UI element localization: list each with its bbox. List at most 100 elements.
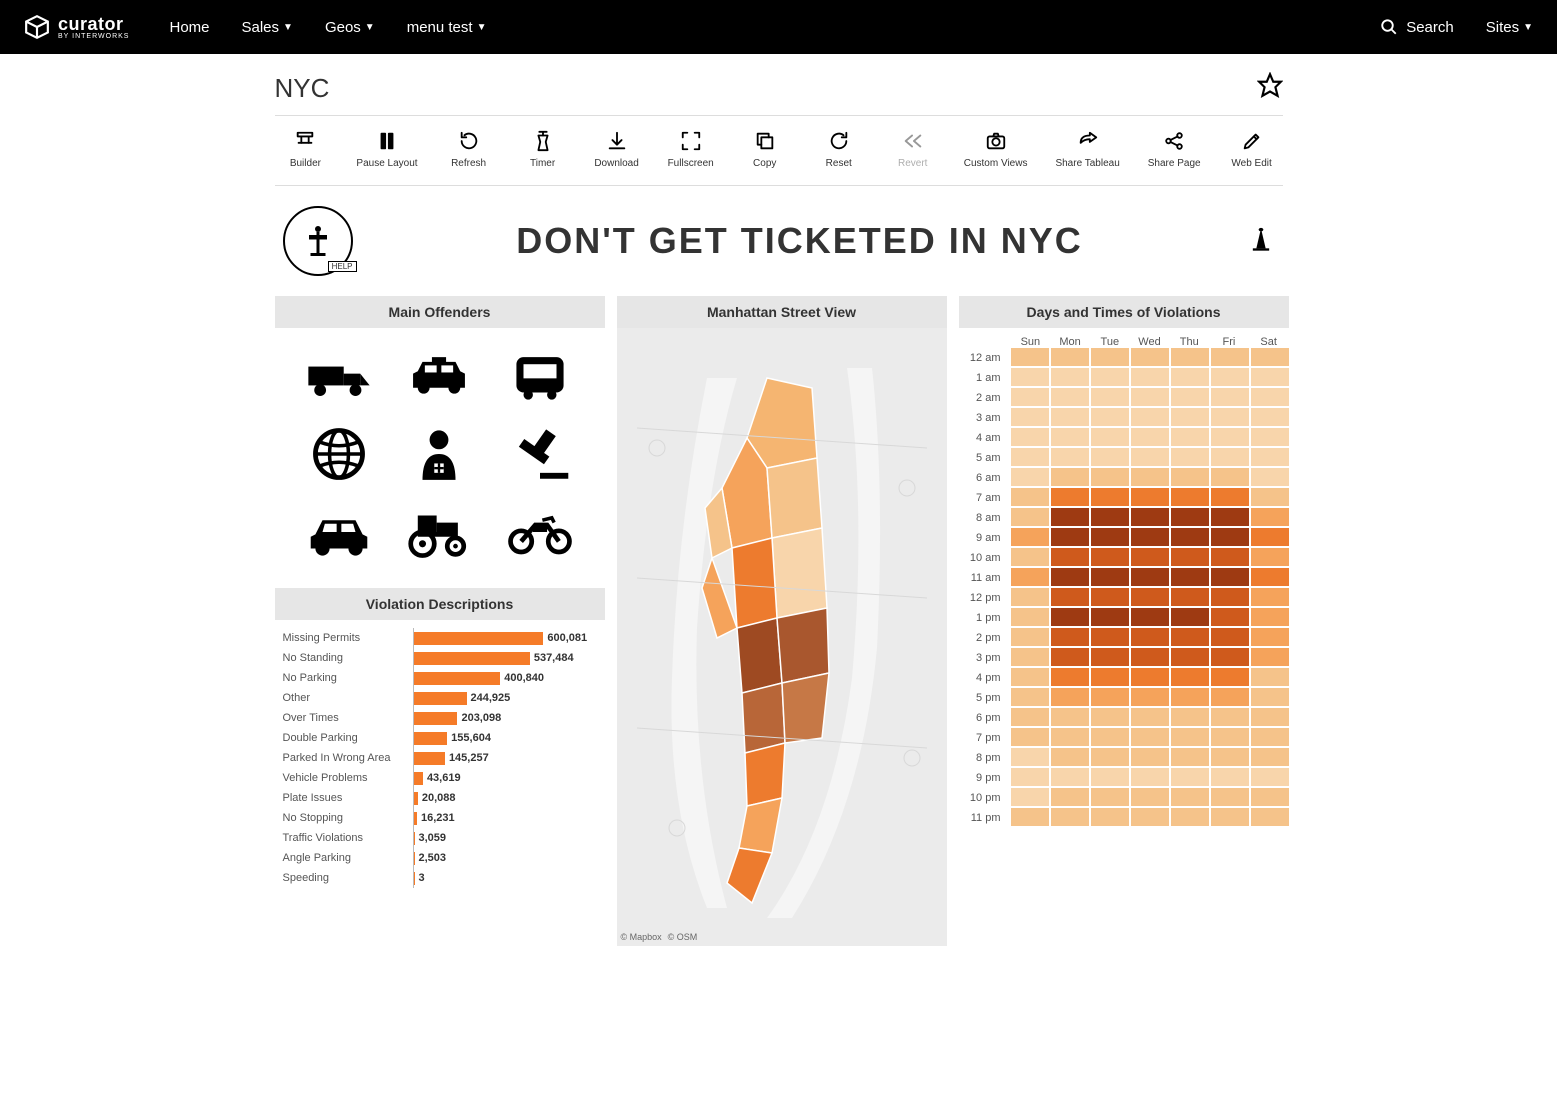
heatmap-cell[interactable]	[1211, 668, 1249, 686]
toolbar-reset[interactable]: Reset	[816, 130, 862, 169]
heatmap-cell[interactable]	[1131, 428, 1169, 446]
violation-row[interactable]: Vehicle Problems43,619	[283, 768, 605, 788]
heatmap-cell[interactable]	[1211, 408, 1249, 426]
offender-tractor[interactable]	[401, 502, 478, 562]
heatmap-cell[interactable]	[1251, 608, 1289, 626]
heatmap-cell[interactable]	[1251, 408, 1289, 426]
heatmap-cell[interactable]	[1011, 648, 1049, 666]
favorite-star-button[interactable]	[1257, 72, 1283, 105]
heatmap-cell[interactable]	[1131, 548, 1169, 566]
heatmap-cell[interactable]	[1051, 788, 1089, 806]
heatmap-cell[interactable]	[1171, 428, 1209, 446]
heatmap-cell[interactable]	[1091, 808, 1129, 826]
toolbar-share-tableau[interactable]: Share Tableau	[1055, 130, 1119, 169]
violation-row[interactable]: Plate Issues20,088	[283, 788, 605, 808]
heatmap-cell[interactable]	[1091, 388, 1129, 406]
heatmap-cell[interactable]	[1131, 628, 1169, 646]
heatmap-cell[interactable]	[1131, 668, 1169, 686]
heatmap-cell[interactable]	[1131, 508, 1169, 526]
offender-bus[interactable]	[502, 346, 579, 406]
heatmap-cell[interactable]	[1211, 548, 1249, 566]
heatmap-cell[interactable]	[1011, 448, 1049, 466]
heatmap-cell[interactable]	[1251, 508, 1289, 526]
heatmap-cell[interactable]	[1171, 508, 1209, 526]
heatmap-cell[interactable]	[1251, 648, 1289, 666]
heatmap-cell[interactable]	[1211, 768, 1249, 786]
heatmap-cell[interactable]	[1171, 628, 1209, 646]
heatmap-cell[interactable]	[1011, 388, 1049, 406]
heatmap-cell[interactable]	[1251, 568, 1289, 586]
offender-officer[interactable]	[401, 424, 478, 484]
heatmap-cell[interactable]	[1171, 608, 1209, 626]
heatmap-cell[interactable]	[1131, 568, 1169, 586]
toolbar-download[interactable]: Download	[594, 130, 640, 169]
heatmap-cell[interactable]	[1171, 788, 1209, 806]
offender-truck[interactable]	[301, 346, 378, 406]
heatmap-cell[interactable]	[1011, 668, 1049, 686]
heatmap-cell[interactable]	[1211, 448, 1249, 466]
heatmap-cell[interactable]	[1091, 648, 1129, 666]
heatmap-cell[interactable]	[1171, 588, 1209, 606]
heatmap-cell[interactable]	[1131, 408, 1169, 426]
heatmap-cell[interactable]	[1051, 488, 1089, 506]
heatmap-cell[interactable]	[1211, 628, 1249, 646]
heatmap-cell[interactable]	[1011, 568, 1049, 586]
heatmap-cell[interactable]	[1131, 648, 1169, 666]
toolbar-builder[interactable]: Builder	[282, 130, 328, 169]
toolbar-refresh[interactable]: Refresh	[446, 130, 492, 169]
heatmap-cell[interactable]	[1051, 708, 1089, 726]
heatmap-cell[interactable]	[1051, 468, 1089, 486]
help-badge[interactable]: HELP	[283, 206, 353, 276]
violation-row[interactable]: Over Times203,098	[283, 708, 605, 728]
heatmap-cell[interactable]	[1171, 528, 1209, 546]
heatmap-cell[interactable]	[1011, 788, 1049, 806]
heatmap-cell[interactable]	[1051, 508, 1089, 526]
heatmap-cell[interactable]	[1091, 368, 1129, 386]
heatmap-cell[interactable]	[1091, 788, 1129, 806]
heatmap-cell[interactable]	[1011, 528, 1049, 546]
heatmap-cell[interactable]	[1091, 768, 1129, 786]
heatmap-cell[interactable]	[1091, 448, 1129, 466]
heatmap-cell[interactable]	[1211, 688, 1249, 706]
nav-link-sales[interactable]: Sales▼	[242, 19, 293, 36]
heatmap-cell[interactable]	[1011, 428, 1049, 446]
heatmap-cell[interactable]	[1211, 648, 1249, 666]
heatmap-cell[interactable]	[1131, 768, 1169, 786]
heatmap-cell[interactable]	[1171, 348, 1209, 366]
heatmap-cell[interactable]	[1251, 768, 1289, 786]
heatmap-cell[interactable]	[1211, 468, 1249, 486]
offender-car[interactable]	[301, 502, 378, 562]
heatmap-cell[interactable]	[1051, 448, 1089, 466]
violation-row[interactable]: Double Parking155,604	[283, 728, 605, 748]
heatmap-cell[interactable]	[1091, 688, 1129, 706]
toolbar-custom-views[interactable]: Custom Views	[964, 130, 1028, 169]
heatmap-cell[interactable]	[1011, 468, 1049, 486]
heatmap-cell[interactable]	[1051, 628, 1089, 646]
toolbar-fullscreen[interactable]: Fullscreen	[668, 130, 714, 169]
map-view[interactable]: © Mapbox © OSM	[617, 328, 947, 946]
heatmap-cell[interactable]	[1131, 728, 1169, 746]
heatmap-cell[interactable]	[1171, 808, 1209, 826]
heatmap-cell[interactable]	[1091, 628, 1129, 646]
heatmap-cell[interactable]	[1251, 488, 1289, 506]
heatmap-cell[interactable]	[1051, 588, 1089, 606]
heatmap-cell[interactable]	[1211, 788, 1249, 806]
nav-link-menu-test[interactable]: menu test▼	[407, 19, 487, 36]
heatmap-cell[interactable]	[1091, 588, 1129, 606]
heatmap-cell[interactable]	[1011, 408, 1049, 426]
heatmap-cell[interactable]	[1011, 608, 1049, 626]
heatmap-cell[interactable]	[1011, 628, 1049, 646]
heatmap-cell[interactable]	[1051, 528, 1089, 546]
toolbar-copy[interactable]: Copy	[742, 130, 788, 169]
heatmap-cell[interactable]	[1251, 688, 1289, 706]
heatmap-cell[interactable]	[1131, 688, 1169, 706]
heatmap-cell[interactable]	[1251, 448, 1289, 466]
heatmap-cell[interactable]	[1051, 408, 1089, 426]
search-button[interactable]: Search	[1380, 18, 1454, 36]
heatmap-cell[interactable]	[1051, 668, 1089, 686]
heatmap-cell[interactable]	[1091, 748, 1129, 766]
heatmap-cell[interactable]	[1051, 428, 1089, 446]
heatmap-cell[interactable]	[1051, 688, 1089, 706]
heatmap-cell[interactable]	[1171, 448, 1209, 466]
violation-row[interactable]: Missing Permits600,081	[283, 628, 605, 648]
